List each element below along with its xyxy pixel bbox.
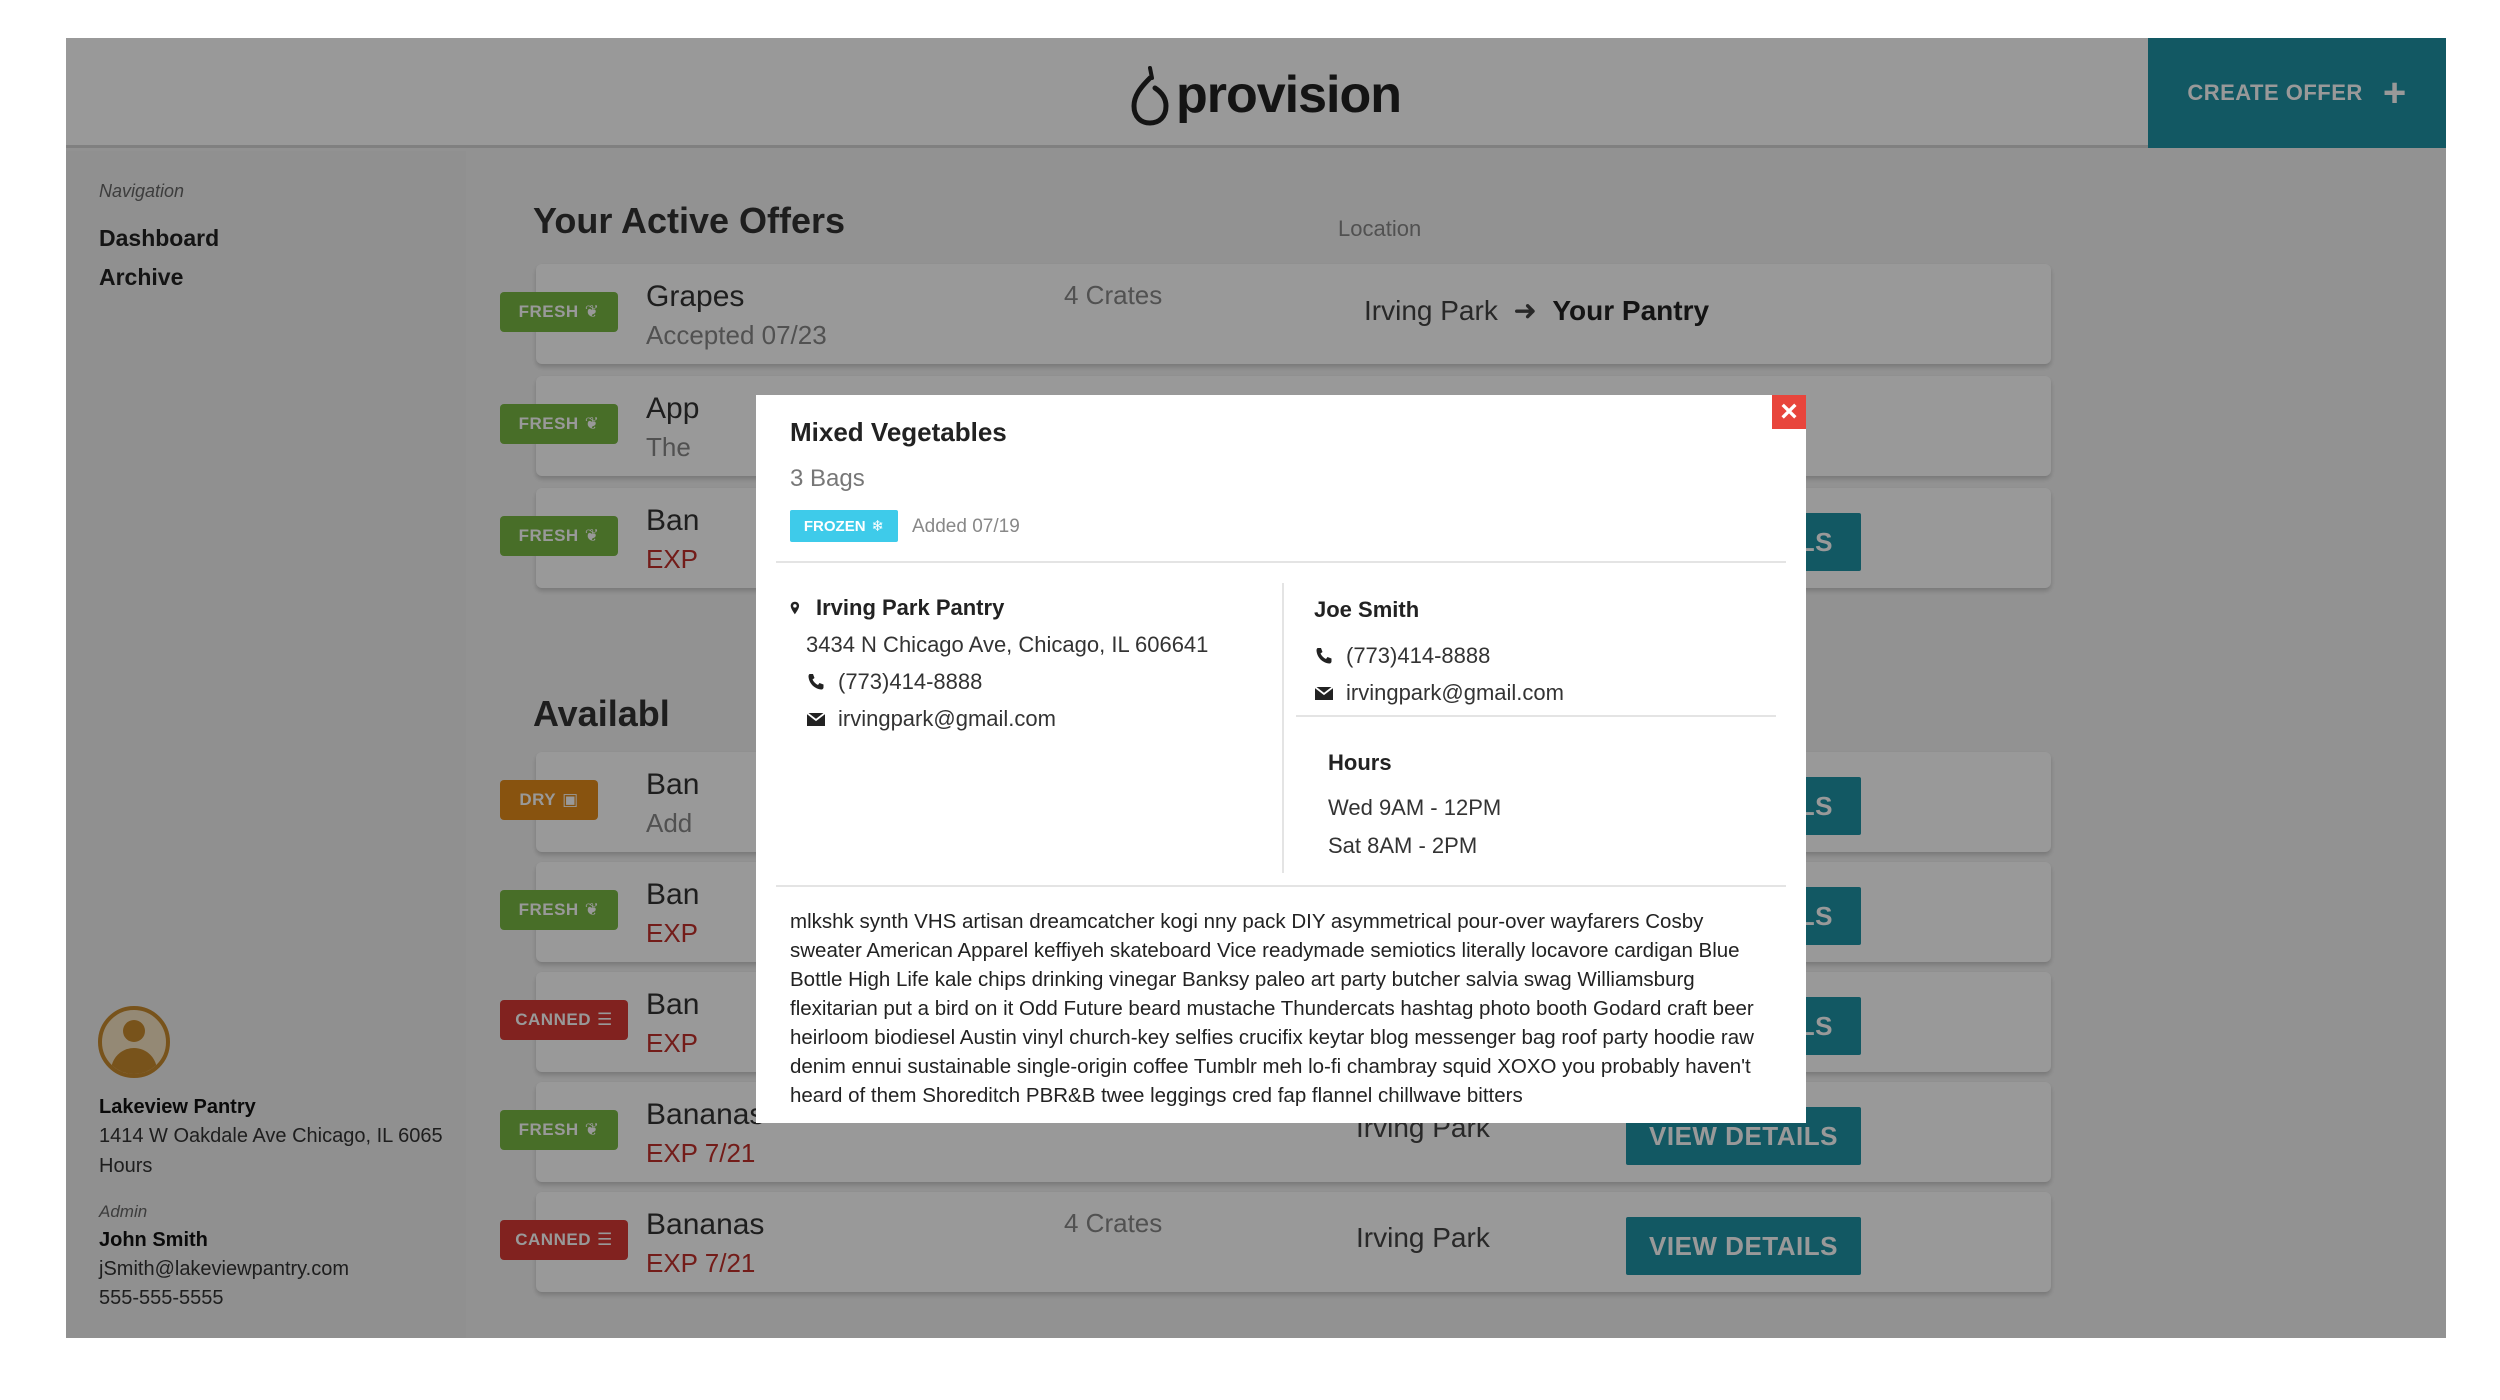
pantry-email[interactable]: irvingpark@gmail.com: [806, 706, 1056, 732]
hours-title: Hours: [1328, 750, 1392, 775]
hours-line: Wed 9AM - 12PM: [1328, 795, 1502, 820]
phone-icon: [1316, 648, 1332, 664]
envelope-icon: [1314, 686, 1334, 700]
modal-divider: [776, 885, 1786, 887]
app-window: provision CREATE OFFER + Navigation Dash…: [66, 38, 2446, 1338]
snowflake-icon: ❄: [871, 518, 885, 535]
pantry-name: Irving Park Pantry: [790, 595, 1004, 621]
close-icon[interactable]: ×: [1772, 395, 1806, 429]
contact-phone[interactable]: (773)414-8888: [1314, 643, 1490, 669]
modal-title: Mixed Vegetables: [790, 417, 1007, 447]
modal-column-divider: [1282, 583, 1284, 873]
envelope-icon: [806, 712, 826, 726]
modal-quantity: 3 Bags: [790, 465, 865, 492]
map-pin-icon: [790, 601, 800, 615]
offer-description: mlkshk synth VHS artisan dreamcatcher ko…: [790, 910, 1754, 1107]
contact-name: Joe Smith: [1314, 597, 1420, 622]
phone-icon: [808, 674, 824, 690]
pantry-phone[interactable]: (773)414-8888: [806, 669, 982, 695]
offer-details-modal: × Mixed Vegetables 3 Bags FROZEN ❄ Added…: [756, 395, 1806, 1123]
frozen-badge: FROZEN ❄: [790, 510, 898, 542]
contact-email[interactable]: irvingpark@gmail.com: [1314, 680, 1564, 706]
hours-line: Sat 8AM - 2PM: [1328, 833, 1478, 858]
modal-divider: [776, 561, 1786, 563]
modal-added-date: Added 07/19: [912, 516, 1020, 537]
hours-divider: [1296, 715, 1776, 717]
pantry-address: 3434 N Chicago Ave, Chicago, IL 606641: [806, 632, 1209, 657]
